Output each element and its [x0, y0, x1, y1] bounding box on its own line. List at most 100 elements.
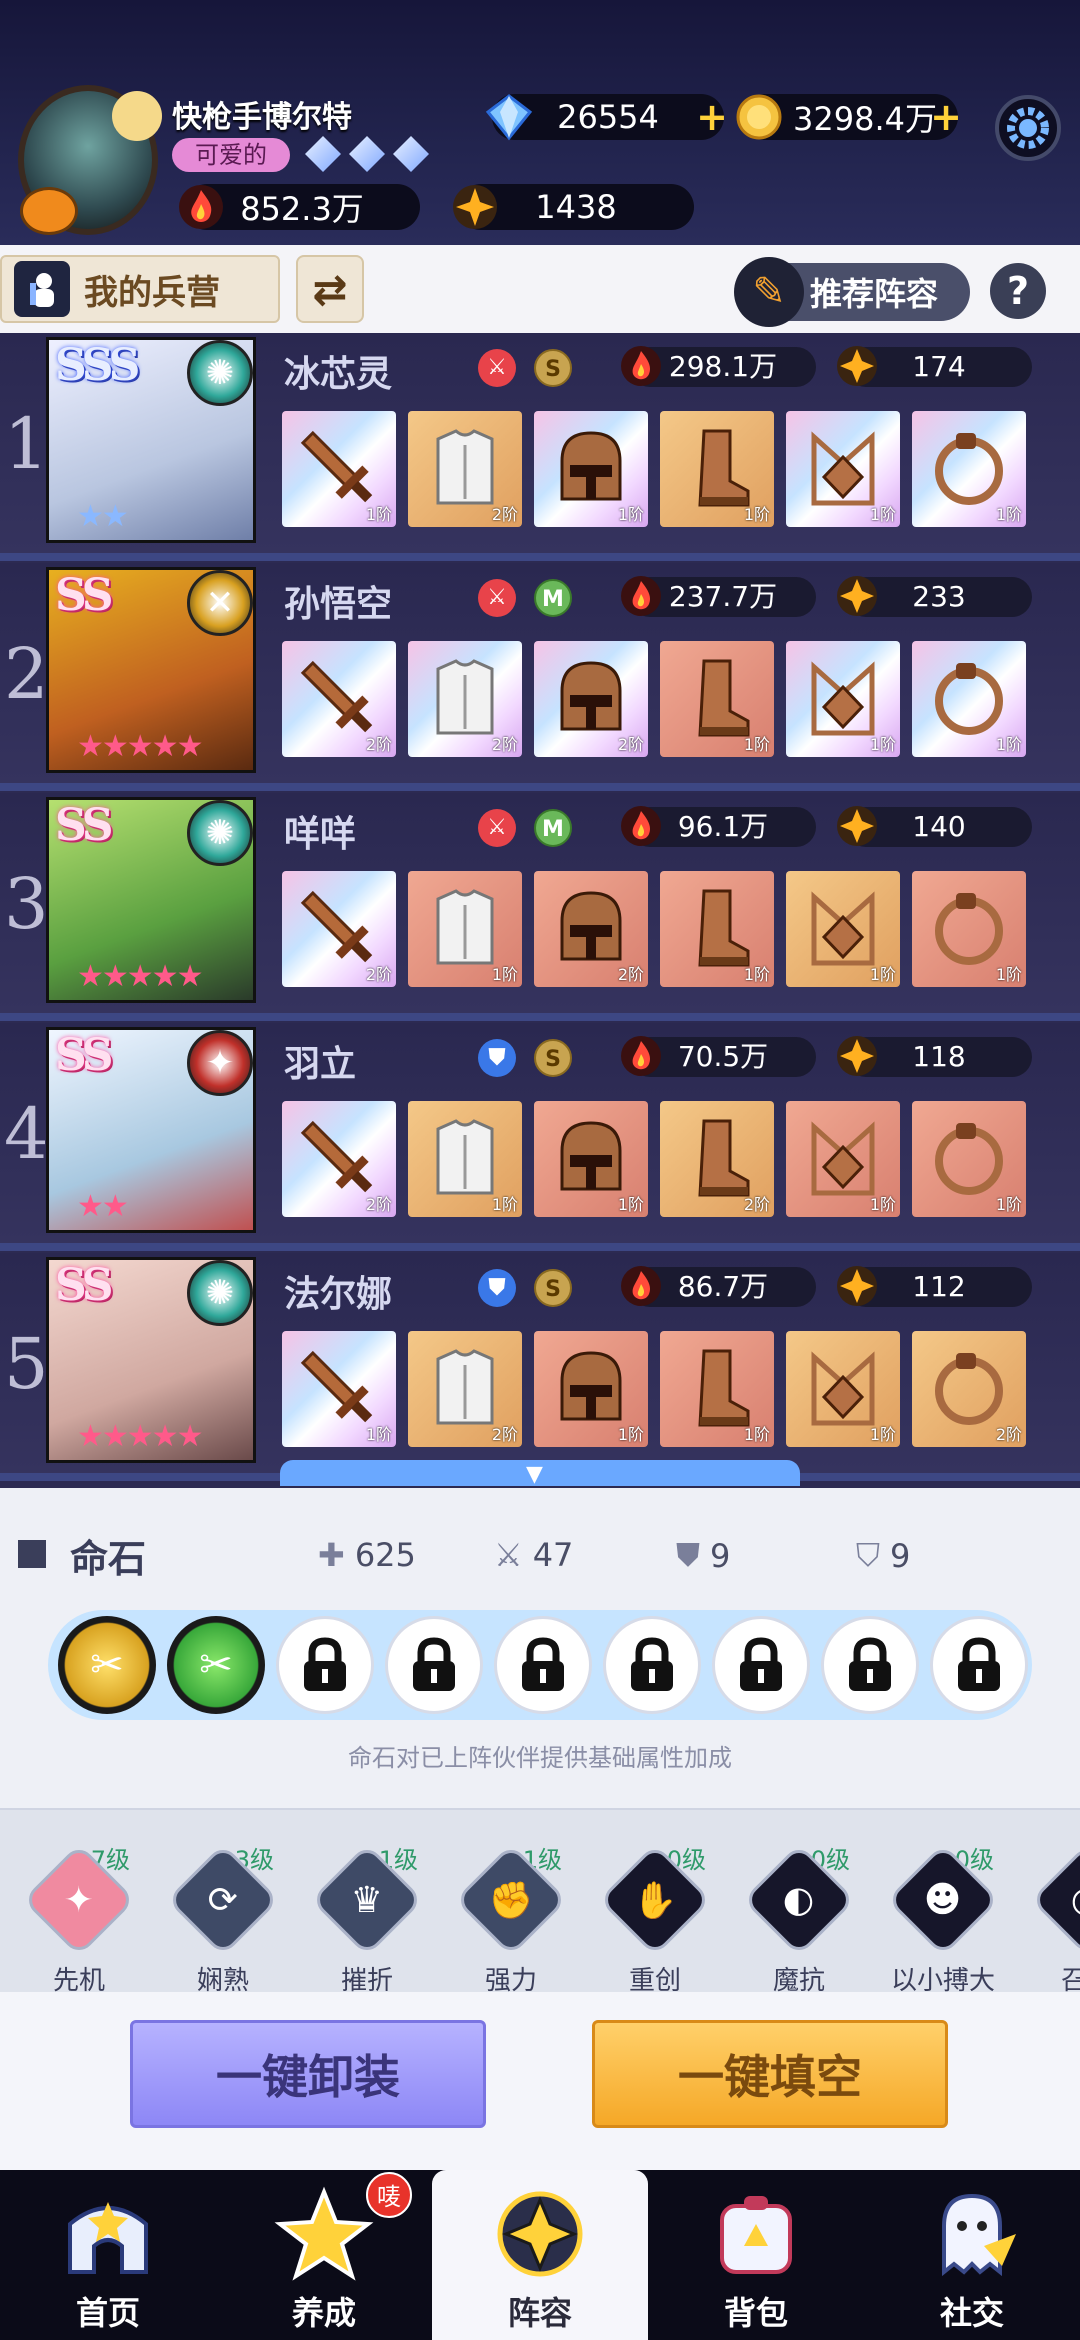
equipment-slot[interactable]: 2阶 [408, 641, 522, 757]
player-gems [305, 136, 429, 172]
skill-item[interactable]: 7级 ✦ 先机 [14, 1840, 144, 1997]
equipment-slot[interactable]: 2阶 [408, 1331, 522, 1447]
swap-button[interactable]: ⇄ [296, 255, 364, 323]
skill-strip[interactable]: 7级 ✦ 先机 3级 ⟳ 娴熟 1级 ♛ 摧折 1级 ✊ 强力 0级 ✋ 重创 … [0, 1808, 1080, 1996]
locked-stone-slot[interactable] [385, 1616, 483, 1714]
hero-row[interactable]: 5 SS ✺ ★★★★★ 法尔娜 ⛊ S 86.7万 112 1阶 2阶 1阶 1阶 1… [0, 1253, 1080, 1481]
hero-portrait[interactable]: SSS ✺ ★★ [46, 337, 256, 543]
equipment-slot[interactable]: 2阶 [660, 1101, 774, 1217]
skill-item[interactable]: 3级 ⟳ 娴熟 [158, 1840, 288, 1997]
equipment-slot[interactable]: 1阶 [786, 1331, 900, 1447]
hero-power: 70.5万 [621, 1036, 816, 1077]
element-icon: ✦ [187, 1030, 253, 1096]
lock-icon [849, 1637, 891, 1691]
equipment-slot[interactable]: 1阶 [660, 641, 774, 757]
nav-social[interactable]: 社交 [864, 2170, 1080, 2340]
diamond-icon [485, 94, 533, 141]
locked-stone-slot[interactable] [930, 1616, 1028, 1714]
my-barracks-button[interactable]: 我的兵营 [0, 255, 280, 323]
nav-develop[interactable]: 唛 养成 [216, 2170, 432, 2340]
equipment-slot[interactable]: 2阶 [408, 411, 522, 527]
recommend-label: 推荐阵容 [810, 275, 939, 313]
equipment-slot[interactable]: 1阶 [282, 1331, 396, 1447]
settings-button[interactable] [995, 95, 1061, 161]
hero-portrait[interactable]: SS ✺ ★★★★★ [46, 1257, 256, 1463]
rarity-badge: S [534, 349, 572, 387]
nav-bag[interactable]: 背包 [648, 2170, 864, 2340]
locked-stone-slot[interactable] [276, 1616, 374, 1714]
equipment-slot[interactable]: 1阶 [786, 871, 900, 987]
skill-item[interactable]: ◎ 召唤 [1022, 1840, 1080, 1997]
fate-stone-slots: ✂ ✂ [48, 1610, 1032, 1720]
gold-counter: 3298.4万 + [736, 94, 962, 140]
nav-formation[interactable]: 阵容 [432, 2170, 648, 2340]
equipment-row: 1阶 2阶 1阶 1阶 1阶 1阶 [282, 411, 1026, 527]
hero-portrait[interactable]: SS ✕ ★★★★★ [46, 567, 256, 773]
skill-item[interactable]: 0级 ☻ 以小搏大 [878, 1840, 1008, 1997]
equipment-slot[interactable]: 1阶 [534, 411, 648, 527]
equipment-slot[interactable]: 1阶 [534, 1101, 648, 1217]
equipment-slot[interactable]: 2阶 [534, 641, 648, 757]
equipment-slot[interactable]: 1阶 [912, 871, 1026, 987]
skill-item[interactable]: 0级 ✋ 重创 [590, 1840, 720, 1997]
fate-stone-gold[interactable]: ✂ [58, 1616, 156, 1714]
equipment-slot[interactable]: 1阶 [786, 641, 900, 757]
hero-portrait[interactable]: SS ✺ ★★★★★ [46, 797, 256, 1003]
equipment-slot[interactable]: 2阶 [282, 1101, 396, 1217]
skill-glyph: ✊ [488, 1879, 534, 1921]
locked-stone-slot[interactable] [494, 1616, 592, 1714]
locked-stone-slot[interactable] [712, 1616, 810, 1714]
equipment-slot[interactable]: 2阶 [282, 871, 396, 987]
hero-name: 孙悟空 [284, 583, 393, 625]
skill-item[interactable]: 1级 ♛ 摧折 [302, 1840, 432, 1997]
equipment-slot[interactable]: 1阶 [912, 411, 1026, 527]
rarity-badge: M [534, 809, 572, 847]
equipment-slot[interactable]: 1阶 [786, 1101, 900, 1217]
equipment-slot[interactable]: 1阶 [912, 641, 1026, 757]
equipment-slot[interactable]: 1阶 [786, 411, 900, 527]
equipment-slot[interactable]: 2阶 [282, 641, 396, 757]
equipment-slot[interactable]: 2阶 [912, 1331, 1026, 1447]
hero-list[interactable]: 1 SSS ✺ ★★ 冰芯灵 ⚔ S 298.1万 174 1阶 2阶 1阶 1阶 1阶… [0, 333, 1080, 1488]
equipment-tier: 1阶 [617, 1195, 644, 1214]
hero-row[interactable]: 4 SS ✦ ★★ 羽立 ⛊ S 70.5万 118 2阶 1阶 1阶 2阶 1阶 1阶 [0, 1023, 1080, 1251]
equipment-slot[interactable]: 1阶 [282, 411, 396, 527]
fate-stone-green[interactable]: ✂ [167, 1616, 265, 1714]
add-diamond-button[interactable]: + [696, 98, 728, 136]
locked-stone-slot[interactable] [603, 1616, 701, 1714]
nav-home[interactable]: 首页 [0, 2170, 216, 2340]
defense-value: 9 [710, 1536, 731, 1575]
skill-item[interactable]: 1级 ✊ 强力 [446, 1840, 576, 1997]
equipment-slot[interactable]: 1阶 [660, 1331, 774, 1447]
equipment-slot[interactable]: 1阶 [660, 411, 774, 527]
equipment-slot[interactable]: 2阶 [534, 871, 648, 987]
hero-portrait[interactable]: SS ✦ ★★ [46, 1027, 256, 1233]
hero-row[interactable]: 1 SSS ✺ ★★ 冰芯灵 ⚔ S 298.1万 174 1阶 2阶 1阶 1阶 1阶… [0, 333, 1080, 561]
add-gold-button[interactable]: + [930, 98, 962, 136]
equipment-slot[interactable]: 1阶 [408, 871, 522, 987]
equipment-slot[interactable]: 1阶 [408, 1101, 522, 1217]
equipment-slot[interactable]: 1阶 [534, 1331, 648, 1447]
star-rating: ★★★★★ [77, 1419, 203, 1454]
recommend-lineup-button[interactable]: ✎ 推荐阵容 [734, 257, 970, 327]
scroll-down-handle[interactable]: ▼ [280, 1460, 800, 1487]
skill-item[interactable]: 0级 ◐ 魔抗 [734, 1840, 864, 1997]
hero-power-value: 96.1万 [677, 810, 769, 843]
locked-stone-slot[interactable] [821, 1616, 919, 1714]
rank-badge: SS [55, 570, 114, 621]
stat-attack: ⚔ 47 [494, 1536, 573, 1574]
skill-glyph: ⟳ [207, 1879, 239, 1921]
fill-all-button[interactable]: 一键填空 [592, 2020, 948, 2128]
equipment-slot[interactable]: 1阶 [912, 1101, 1026, 1217]
slot-number: 4 [4, 1093, 49, 1175]
rank-badge: SS [55, 800, 114, 851]
player-avatar[interactable] [18, 85, 162, 235]
hero-row[interactable]: 2 SS ✕ ★★★★★ 孙悟空 ⚔ M 237.7万 233 2阶 2阶 2阶 1阶… [0, 563, 1080, 791]
hero-row[interactable]: 3 SS ✺ ★★★★★ 咩咩 ⚔ M 96.1万 140 2阶 1阶 2阶 1阶 1阶… [0, 793, 1080, 1021]
help-button[interactable]: ? [990, 263, 1046, 319]
power-counter: 852.3万 [179, 184, 420, 230]
equipment-slot[interactable]: 1阶 [660, 871, 774, 987]
star-icon [837, 346, 877, 386]
gem-icon [393, 136, 429, 172]
unequip-all-button[interactable]: 一键卸装 [130, 2020, 486, 2128]
